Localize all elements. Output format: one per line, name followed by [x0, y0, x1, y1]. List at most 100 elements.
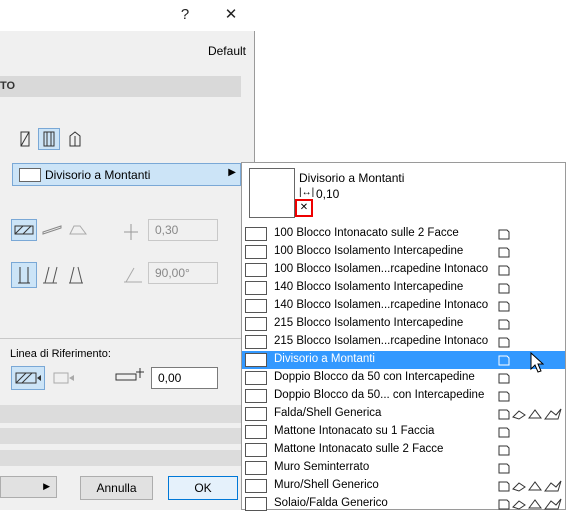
composite-list-item[interactable]: 215 Blocco Isolamento Intercapedine — [242, 315, 565, 333]
composite-swatch — [19, 168, 41, 182]
composite-item-label: 100 Blocco Isolamento Intercapedine — [274, 245, 464, 257]
composite-list-item[interactable]: Falda/Shell Generica — [242, 405, 565, 423]
collapsed-panel-1[interactable] — [0, 405, 255, 423]
element-type-flags — [498, 245, 564, 259]
composite-list-item[interactable]: Doppio Blocco da 50 con Intercapedine — [242, 369, 565, 387]
element-type-flags — [498, 263, 564, 277]
composite-list-item[interactable]: 140 Blocco Isolamento Intercapedine — [242, 279, 565, 297]
cursor-icon — [530, 351, 545, 377]
dropdown-arrow-icon: ▶ — [43, 481, 50, 491]
thickness-icon — [122, 222, 140, 245]
fill-pattern-swatch — [245, 443, 267, 457]
composite-list-item[interactable]: Doppio Blocco da 50... con Intercapedine — [242, 387, 565, 405]
fill-pattern-swatch — [245, 227, 267, 241]
collapsed-panel-3[interactable] — [0, 450, 255, 466]
reference-side-icon[interactable] — [50, 366, 78, 390]
composite-list-item[interactable]: Mattone Intonacato su 1 Faccia — [242, 423, 565, 441]
composite-list-item[interactable]: 100 Blocco Isolamen...rcapedine Intonaco — [242, 261, 565, 279]
collapsed-panel-2[interactable] — [0, 428, 255, 444]
composite-item-label: Doppio Blocco da 50... con Intercapedine — [274, 389, 485, 401]
composite-item-label: 140 Blocco Isolamen...rcapedine Intonaco — [274, 299, 489, 311]
reference-line-label: Linea di Riferimento: — [10, 348, 111, 360]
composite-item-label: Mattone Intonacato su 1 Faccia — [274, 425, 435, 437]
composite-item-label: 215 Blocco Isolamen...rcapedine Intonaco — [274, 335, 489, 347]
fill-pattern-swatch — [245, 371, 267, 385]
element-type-flags — [498, 461, 564, 475]
composite-list-item[interactable]: Mattone Intonacato sulle 2 Facce — [242, 441, 565, 459]
composite-item-label: 100 Blocco Isolamen...rcapedine Intonaco — [274, 263, 489, 275]
element-type-flags — [498, 425, 564, 439]
composite-list-item[interactable]: Muro/Shell Generico — [242, 477, 565, 495]
element-type-flags — [498, 317, 564, 331]
wall-composite-icon[interactable] — [38, 128, 60, 150]
fill-pattern-swatch — [245, 389, 267, 403]
help-button[interactable]: ? — [171, 4, 199, 26]
composite-item-label: Divisorio a Montanti — [274, 353, 375, 365]
thickness-field[interactable]: 0,30 — [148, 219, 218, 241]
fill-pattern-swatch — [245, 425, 267, 439]
angle-field[interactable]: 90,00° — [148, 262, 218, 284]
composite-popup: Divisorio a Montanti |↔| 0,10 ✕ 100 Bloc… — [241, 162, 566, 513]
element-type-flags — [498, 335, 564, 349]
section-title: TO — [0, 80, 16, 92]
structure-basic-icon[interactable] — [11, 219, 37, 241]
composite-list-item[interactable]: Solaio/Falda Generico — [242, 495, 565, 513]
fill-pattern-swatch — [245, 497, 267, 511]
cancel-button[interactable]: Annulla — [80, 476, 153, 500]
fill-pattern-swatch — [245, 281, 267, 295]
divider — [0, 338, 255, 339]
submenu-arrow-icon: ▶ — [228, 167, 236, 178]
element-type-flags — [498, 389, 564, 403]
composite-item-label: Solaio/Falda Generico — [274, 497, 388, 509]
fill-pattern-swatch — [245, 407, 267, 421]
element-type-flags — [498, 299, 564, 313]
angle-icon — [122, 264, 144, 287]
thickness-arrow-icon: |↔| — [299, 187, 315, 198]
wall-vertical-icon[interactable] — [11, 262, 37, 288]
wall-settings-dialog: ? ✕ Default TO Divisorio a Montanti ▶ 0,… — [0, 0, 255, 510]
offset-icon — [114, 366, 144, 391]
section-header[interactable]: TO — [0, 76, 241, 97]
fill-pattern-swatch — [245, 353, 267, 367]
composite-item-label: 100 Blocco Intonacato sulle 2 Facce — [274, 227, 459, 239]
composite-preview — [249, 168, 295, 218]
composite-list-item[interactable]: Divisorio a Montanti — [242, 351, 565, 369]
composite-list-item[interactable]: 140 Blocco Isolamen...rcapedine Intonaco — [242, 297, 565, 315]
composite-list: 100 Blocco Intonacato sulle 2 Facce 100 B… — [242, 225, 565, 513]
wall-profile-icon[interactable] — [64, 128, 86, 150]
wall-slanted-icon[interactable] — [38, 262, 62, 288]
composite-selector[interactable]: Divisorio a Montanti ▶ — [12, 163, 241, 186]
composite-item-label: 140 Blocco Isolamento Intercapedine — [274, 281, 464, 293]
wall-double-slanted-icon[interactable] — [64, 262, 88, 288]
reference-offset-field[interactable]: 0,00 — [151, 367, 218, 389]
default-label: Default — [207, 44, 246, 58]
fill-pattern-swatch — [245, 245, 267, 259]
structure-slanted-icon[interactable] — [40, 219, 64, 241]
composite-list-item[interactable]: 100 Blocco Isolamento Intercapedine — [242, 243, 565, 261]
close-button[interactable]: ✕ — [217, 4, 245, 26]
element-type-flags — [498, 443, 564, 457]
composite-item-label: Doppio Blocco da 50 con Intercapedine — [274, 371, 475, 383]
element-type-flags — [498, 479, 564, 493]
composite-list-item[interactable]: 215 Blocco Isolamen...rcapedine Intonaco — [242, 333, 565, 351]
fill-pattern-swatch — [245, 263, 267, 277]
preview-thickness: 0,10 — [316, 187, 340, 201]
composite-list-item[interactable]: 100 Blocco Intonacato sulle 2 Facce — [242, 225, 565, 243]
preview-name: Divisorio a Montanti — [299, 171, 405, 185]
element-type-flags — [498, 227, 564, 241]
element-type-flags — [498, 497, 564, 511]
composite-item-label: Mattone Intonacato sulle 2 Facce — [274, 443, 444, 455]
title-bar: ? ✕ — [0, 0, 255, 31]
composite-item-label: Falda/Shell Generica — [274, 407, 382, 419]
ok-button[interactable]: OK — [168, 476, 238, 500]
structure-trapezoid-icon[interactable] — [66, 219, 90, 241]
composite-list-item[interactable]: Muro Seminterrato — [242, 459, 565, 477]
reference-line-icon[interactable] — [11, 366, 45, 390]
fill-pattern-swatch — [245, 317, 267, 331]
element-type-flags — [498, 281, 564, 295]
favorites-dropdown[interactable]: ▶ — [0, 476, 57, 498]
composite-item-label: Muro Seminterrato — [274, 461, 370, 473]
fill-pattern-swatch — [245, 479, 267, 493]
warning-icon: ✕ — [295, 199, 313, 217]
wall-straight-icon[interactable] — [14, 128, 36, 150]
